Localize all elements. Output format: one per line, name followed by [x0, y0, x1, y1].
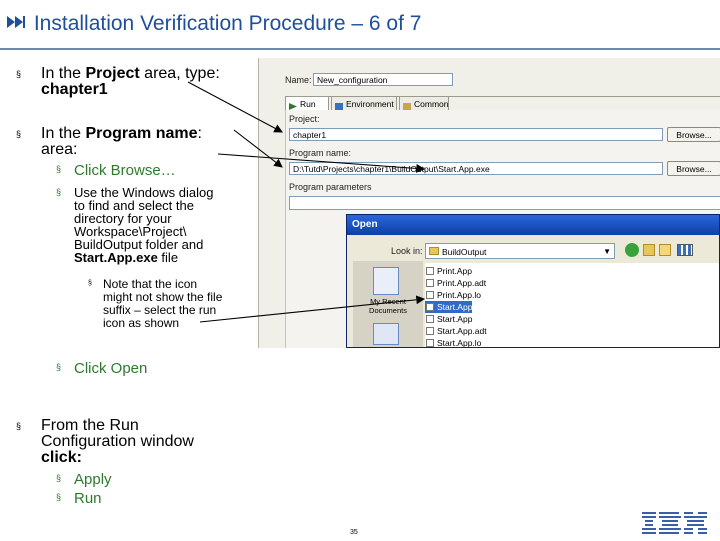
- arrow-to-selected-file: [199, 295, 426, 323]
- ibm-logo: [640, 510, 710, 536]
- arrow-to-browse: [217, 153, 426, 173]
- arrow-to-project: [187, 81, 283, 133]
- page-number: 35: [350, 529, 358, 536]
- arrow-to-program-name: [233, 129, 283, 168]
- callout-arrows: [187, 81, 426, 323]
